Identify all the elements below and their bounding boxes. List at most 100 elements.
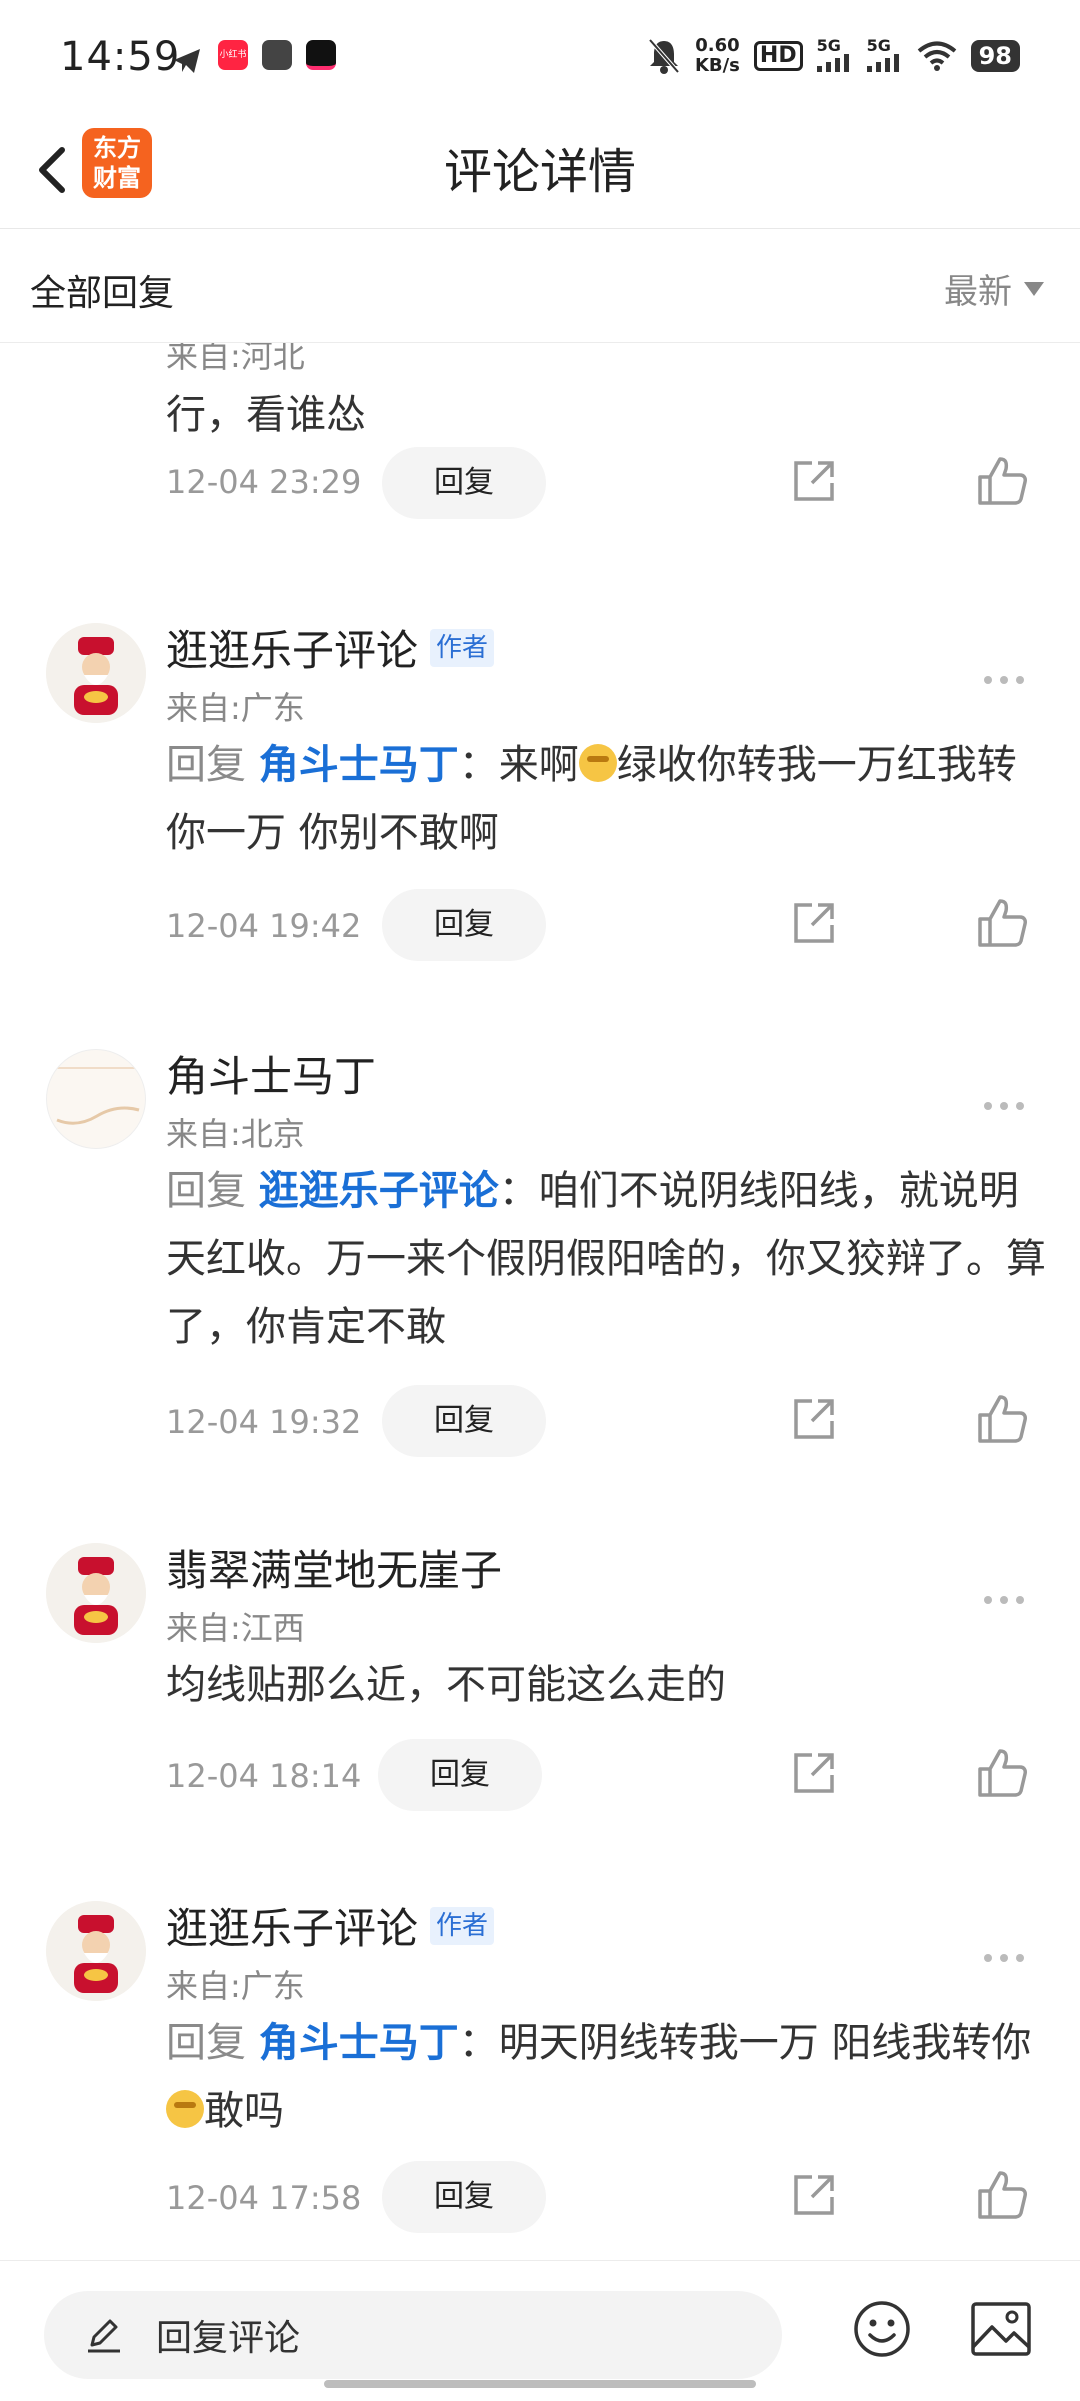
caishen-avatar-icon (46, 1543, 146, 1643)
reply-button[interactable]: 回复 (382, 447, 546, 519)
comment-item: 角斗士马丁 来自:北京 回复 逛逛乐子评论：咱们不说阴线阳线，就说明天红收。万一… (0, 1049, 1080, 1509)
caishen-avatar-icon (46, 1901, 146, 2001)
author-tag: 作者 (430, 628, 495, 667)
thinking-emoji-icon (166, 2090, 204, 2128)
thumbs-up-icon[interactable] (976, 1747, 1028, 1799)
app-icon-2 (306, 40, 336, 70)
home-indicator[interactable] (324, 2380, 756, 2388)
share-icon[interactable] (790, 2171, 838, 2219)
comment-text: 回复 角斗士马丁：来啊 绿收你转我一万红我转你一万 你别不敢啊 (166, 731, 1046, 867)
mention-link[interactable]: 角斗士马丁 (259, 742, 459, 788)
more-options-icon[interactable] (984, 1589, 1032, 1604)
hd-badge: HD (753, 41, 803, 71)
all-replies-label: 全部回复 (30, 273, 175, 314)
reply-prefix: 回复 (166, 742, 246, 788)
comment-username[interactable]: 翡翠满堂地无崖子 (166, 1537, 502, 1598)
comment-location: 来自:北京 (166, 1115, 305, 1153)
image-icon[interactable] (970, 2301, 1032, 2357)
thumbs-up-icon[interactable] (976, 1393, 1028, 1445)
comment-username-row: 翡翠满堂地无崖子 (166, 1537, 502, 1598)
caishen-avatar-icon (46, 623, 146, 723)
comment-username[interactable]: 逛逛乐子评论 (166, 1895, 418, 1956)
mention-link[interactable]: 角斗士马丁 (259, 2020, 459, 2066)
comment-text-b: 敢吗 (204, 2088, 284, 2134)
status-time: 14:59 (60, 34, 181, 80)
comment-text-a: ：来啊 (458, 742, 579, 788)
comment-text: 回复 角斗士马丁：明天阴线转我一万 阳线我转你敢吗 (166, 2009, 1046, 2145)
speed-value: 0.60 (695, 35, 740, 56)
status-bar: 14:59 小红书 0.60 KB/s HD 5G 5G 98 (0, 0, 1080, 110)
signal-5g-1: 5G (816, 35, 853, 75)
battery-icon: 98 (970, 40, 1020, 72)
author-tag: 作者 (430, 1906, 495, 1945)
reply-button[interactable]: 回复 (382, 889, 546, 961)
comment-location: 来自:广东 (166, 1967, 305, 2005)
thumbs-up-icon[interactable] (976, 455, 1028, 507)
reply-prefix: 回复 (166, 1168, 246, 1214)
comment-username[interactable]: 逛逛乐子评论 (166, 617, 418, 678)
wifi-icon (917, 41, 956, 71)
reply-button[interactable]: 回复 (382, 2161, 546, 2233)
app-logo: 东方 财富 (82, 128, 152, 198)
avatar[interactable] (46, 1901, 146, 2001)
share-icon[interactable] (790, 1395, 838, 1443)
signal-bars-icon (816, 53, 849, 72)
sort-dropdown[interactable]: 最新 (944, 264, 1044, 313)
mention-link[interactable]: 逛逛乐子评论 (259, 1168, 499, 1214)
pencil-icon (88, 2319, 120, 2353)
comment-text: 行，看谁怂 (166, 392, 366, 438)
smile-icon[interactable] (852, 2299, 912, 2359)
thumbs-up-icon[interactable] (976, 2169, 1028, 2221)
reply-button[interactable]: 回复 (382, 1385, 546, 1457)
comment-text: 均线贴那么近，不可能这么走的 (166, 1662, 726, 1708)
share-icon[interactable] (790, 899, 838, 947)
more-options-icon[interactable] (984, 669, 1032, 684)
comment-username-row: 逛逛乐子评论 作者 (166, 617, 495, 678)
status-right: 0.60 KB/s HD 5G 5G 98 (647, 34, 1020, 78)
comment-text-a: ：明天阴线转我一万 阳线我转你 (458, 2020, 1032, 2066)
page-title: 评论详情 (443, 144, 636, 200)
thumbs-up-icon[interactable] (976, 897, 1028, 949)
logo-line-2: 财富 (93, 164, 141, 192)
reply-input[interactable]: 回复评论 (44, 2291, 782, 2379)
signal-bars-icon (866, 53, 899, 72)
comment-item: 翡翠满堂地无崖子 来自:江西 均线贴那么近，不可能这么走的 12-04 18:1… (0, 1543, 1080, 1863)
comment-username[interactable]: 角斗士马丁 (166, 1043, 376, 1104)
more-options-icon[interactable] (984, 1947, 1032, 1962)
comment-item: 来自:河北 行，看谁怂 12-04 23:29 回复 (0, 343, 1080, 523)
share-icon[interactable] (790, 457, 838, 505)
chart-avatar-icon (56, 1067, 140, 1125)
comment-time: 12-04 18:14 (166, 1757, 362, 1795)
comment-text: 回复 逛逛乐子评论：咱们不说阴线阳线，就说明天红收。万一来个假阴假阳啥的，你又狡… (166, 1157, 1046, 1361)
logo-line-1: 东方 (93, 134, 141, 162)
more-options-icon[interactable] (984, 1095, 1032, 1110)
comment-time: 12-04 23:29 (166, 463, 362, 501)
comment-location: 来自:河北 (166, 343, 305, 375)
avatar[interactable] (46, 1543, 146, 1643)
avatar[interactable] (46, 1049, 146, 1149)
comment-list[interactable]: 来自:河北 行，看谁怂 12-04 23:29 回复 逛逛乐子评论 作者 来自:… (0, 343, 1080, 2259)
caret-down-icon (1024, 281, 1044, 296)
comment-location: 来自:江西 (166, 1609, 305, 1647)
comment-time: 12-04 17:58 (166, 2179, 362, 2217)
share-icon[interactable] (790, 1749, 838, 1797)
signal-5g-label: 5G (866, 35, 891, 55)
signal-5g-2: 5G (866, 35, 903, 75)
signal-5g-label: 5G (816, 35, 841, 55)
comment-item: 逛逛乐子评论 作者 来自:广东 回复 角斗士马丁：明天阴线转我一万 阳线我转你敢… (0, 1901, 1080, 2259)
comment-username-row: 角斗士马丁 (166, 1043, 376, 1104)
comment-location: 来自:广东 (166, 689, 305, 727)
nav-bar: 评论详情 东方 财富 (0, 110, 1080, 229)
reply-button[interactable]: 回复 (378, 1739, 542, 1811)
comment-time: 12-04 19:42 (166, 907, 362, 945)
speed-unit: KB/s (694, 55, 740, 76)
thinking-emoji-icon (578, 744, 617, 782)
comment-username-row: 逛逛乐子评论 作者 (166, 1895, 495, 1956)
network-speed: 0.60 KB/s (695, 36, 740, 76)
telegram-icon (174, 49, 200, 73)
sort-label: 最新 (944, 272, 1012, 312)
comment-item: 逛逛乐子评论 作者 来自:广东 回复 角斗士马丁：来啊 绿收你转我一万红我转你一万… (0, 623, 1080, 1023)
avatar[interactable] (46, 623, 146, 723)
reply-prefix: 回复 (166, 2020, 246, 2066)
comment-time: 12-04 19:32 (166, 1403, 362, 1441)
